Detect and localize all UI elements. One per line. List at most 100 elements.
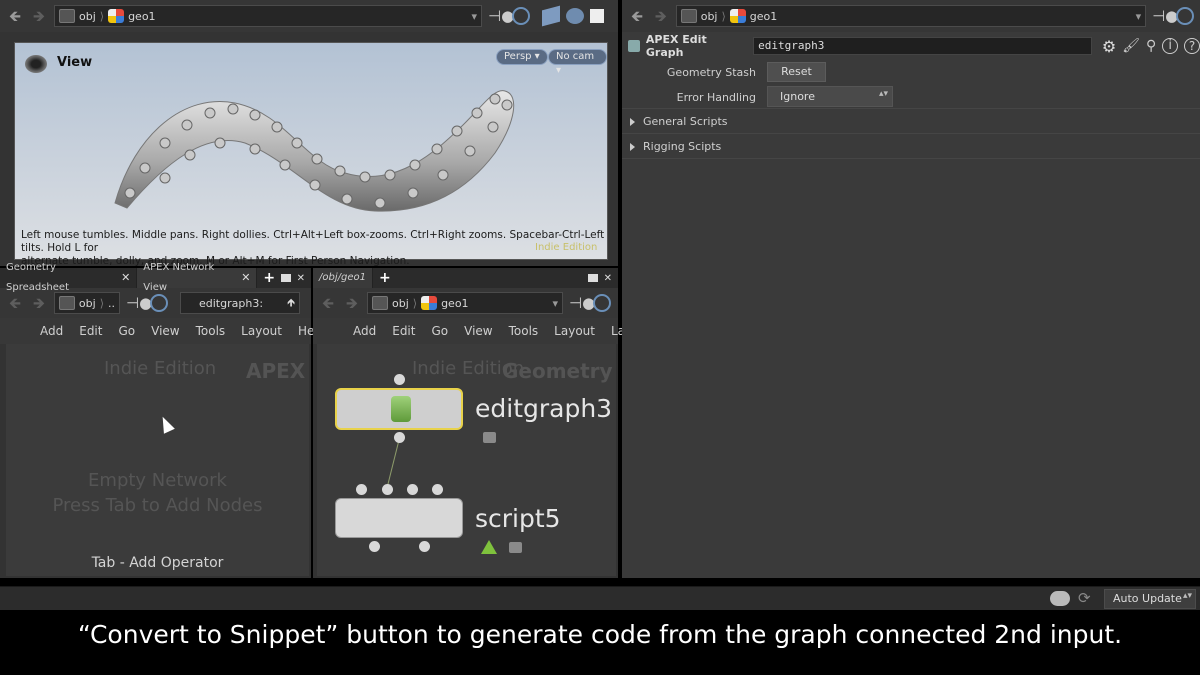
viewport[interactable]: View Persp ▾ No cam ▾ Left mouse tumbles… (14, 42, 608, 267)
pin-icon[interactable]: ⊣● (126, 294, 152, 312)
viewport-edition-watermark: Indie Edition (535, 242, 598, 253)
path-crumb-geo[interactable]: geo1 (108, 9, 156, 23)
forward-arrow-icon[interactable]: 🡺 (343, 294, 361, 312)
menu-view[interactable]: View (456, 324, 500, 338)
menu-edit[interactable]: Edit (71, 324, 110, 338)
help-icon[interactable]: ? (1184, 38, 1200, 54)
path-crumb-obj[interactable]: obj (59, 9, 96, 23)
node-input-dot[interactable] (432, 484, 443, 495)
pane-menu-icon[interactable] (281, 274, 291, 282)
pane-menu-icon[interactable] (587, 274, 598, 282)
node-input-dot[interactable] (407, 484, 418, 495)
apex-graph-field[interactable]: editgraph3: 🡹 (180, 292, 300, 314)
node-input-dot[interactable] (382, 484, 393, 495)
pane-close-icon[interactable]: ✕ (297, 273, 305, 284)
obj-network-icon (372, 296, 388, 310)
search-icon[interactable]: ⚲ (1146, 38, 1156, 54)
auto-update-select[interactable]: Auto Update ▴▾ (1104, 589, 1196, 609)
node-input-dot[interactable] (356, 484, 367, 495)
geometry-network-canvas[interactable]: Indie Edition Geometry editgraph3 script… (317, 344, 616, 576)
brush-icon[interactable]: 🖌 (1122, 38, 1140, 54)
empty-network-text: Empty Network Press Tab to Add Nodes (52, 470, 263, 516)
node-editgraph3[interactable] (335, 388, 463, 430)
parameter-pane: 🡸 🡺 obj ⟩ geo1 ▾ ⊣● APEX Edit Graph edit… (622, 0, 1200, 578)
expand-triangle-icon (630, 142, 635, 151)
tab-apex-network-view[interactable]: APEX Network View ✕ (137, 262, 258, 293)
info-icon[interactable]: i (1162, 38, 1179, 54)
chat-icon[interactable] (1050, 591, 1070, 606)
apex-path-field[interactable]: obj ⟩ .. (54, 292, 120, 314)
pin-icon[interactable]: ⊣● (488, 7, 514, 25)
node-script5[interactable] (335, 498, 463, 538)
pane-close-icon[interactable]: ✕ (604, 273, 612, 284)
back-arrow-icon[interactable]: 🡸 (6, 7, 24, 25)
node-output-dot[interactable] (394, 432, 405, 443)
geo-node-icon (108, 9, 125, 23)
path-dropdown-icon[interactable]: ▾ (471, 10, 477, 23)
scene-path-field[interactable]: obj ⟩ geo1 ▾ (54, 5, 482, 27)
tab-obj-geo1[interactable]: /obj/geo1 (313, 268, 373, 288)
node-label-editgraph3: editgraph3 (475, 394, 613, 423)
select-arrows-icon: ▴▾ (1182, 591, 1192, 601)
back-arrow-icon[interactable]: 🡸 (628, 7, 646, 25)
path-dropdown-icon[interactable]: ▾ (1136, 10, 1142, 23)
menu-go[interactable]: Go (423, 324, 456, 338)
scene-viewer-pathbar: 🡸 🡺 obj ⟩ geo1 ▾ ⊣● (0, 0, 618, 32)
add-tab-icon[interactable]: + (373, 270, 397, 286)
reset-button[interactable]: Reset (767, 62, 826, 82)
add-tab-icon[interactable]: + (257, 270, 281, 286)
menu-tools[interactable]: Tools (501, 324, 547, 338)
forward-arrow-icon[interactable]: 🡺 (652, 7, 670, 25)
param-path-field[interactable]: obj ⟩ geo1 ▾ (675, 5, 1147, 27)
link-icon[interactable] (512, 7, 530, 25)
geo-node-icon (421, 296, 438, 310)
geo-menubar: Add Edit Go View Tools Layout Labs ▸ (313, 318, 645, 344)
link-icon[interactable] (150, 294, 168, 312)
menu-tools[interactable]: Tools (188, 324, 234, 338)
display-flag-icon[interactable] (481, 540, 497, 554)
pin-icon[interactable]: ⊣● (569, 294, 595, 312)
node-name-field[interactable]: editgraph3 (753, 37, 1092, 55)
menu-add[interactable]: Add (32, 324, 71, 338)
apex-network-canvas[interactable]: Indie Edition APEX Empty Network Press T… (6, 344, 309, 576)
geometry-network-pane: /obj/geo1 + ✕ 🡸 🡺 obj ⟩ geo1 ▾ ⊣● Add Ed… (313, 268, 645, 578)
forward-arrow-icon[interactable]: 🡺 (30, 7, 48, 25)
divider (622, 133, 1200, 134)
link-icon[interactable] (593, 294, 611, 312)
geo-path-field[interactable]: obj ⟩ geo1 ▾ (367, 292, 563, 314)
divider (622, 158, 1200, 159)
menu-go[interactable]: Go (110, 324, 143, 338)
lock-icon[interactable] (483, 432, 496, 443)
pin-icon[interactable]: ⊣● (1152, 7, 1178, 25)
back-arrow-icon[interactable]: 🡸 (319, 294, 337, 312)
shading-cube-icon[interactable] (542, 5, 560, 27)
tab-geometry-spreadsheet[interactable]: Geometry Spreadsheet ✕ (0, 262, 138, 293)
forward-arrow-icon[interactable]: 🡺 (30, 294, 48, 312)
gear-icon[interactable]: ⚙ (1102, 37, 1116, 56)
error-handling-select[interactable]: Ignore ▴▾ (767, 86, 893, 107)
node-type-icon (628, 40, 640, 52)
menu-view[interactable]: View (143, 324, 187, 338)
menu-layout[interactable]: Layout (546, 324, 603, 338)
folder-general-scripts[interactable]: General Scripts (630, 115, 727, 128)
jump-up-icon[interactable]: 🡹 (287, 294, 295, 313)
link-icon[interactable] (1176, 7, 1194, 25)
lock-icon[interactable] (509, 542, 522, 553)
node-input-dot[interactable] (394, 374, 405, 385)
node-output-dot[interactable] (369, 541, 380, 552)
edition-watermark: Indie Edition (104, 358, 217, 379)
back-arrow-icon[interactable]: 🡸 (6, 294, 24, 312)
refresh-icon[interactable]: ⟳ (1078, 589, 1091, 607)
geometry-stash-label: Geometry Stash (666, 66, 756, 79)
snapshot-icon[interactable] (590, 9, 604, 23)
close-tab-icon[interactable]: ✕ (121, 268, 130, 288)
menu-edit[interactable]: Edit (384, 324, 423, 338)
folder-rigging-scripts[interactable]: Rigging Scipts (630, 140, 721, 153)
path-dropdown-icon[interactable]: ▾ (552, 297, 558, 310)
camera-display-icon[interactable] (566, 8, 584, 24)
menu-add[interactable]: Add (345, 324, 384, 338)
param-header: APEX Edit Graph editgraph3 ⚙ 🖌 ⚲ i ? (622, 33, 1200, 59)
node-output-dot[interactable] (419, 541, 430, 552)
close-tab-icon[interactable]: ✕ (241, 268, 250, 288)
menu-layout[interactable]: Layout (233, 324, 290, 338)
